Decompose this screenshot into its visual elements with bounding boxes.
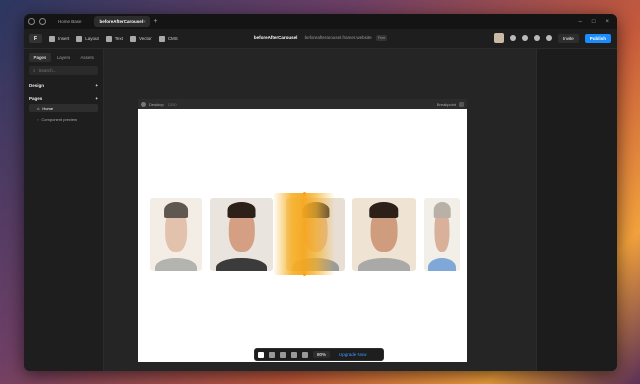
portrait-shoulders [358, 257, 410, 271]
before-after-slider[interactable] [273, 193, 335, 275]
slider-handle-top[interactable] [303, 192, 306, 195]
comment-icon[interactable] [280, 351, 286, 358]
tab-label: beforeAfterCarousel [99, 19, 144, 24]
upgrade-button[interactable]: Upgrade Now [339, 352, 367, 357]
page-item-home[interactable]: ⌂ Home [29, 104, 98, 112]
search-icon: ⌕ [33, 68, 36, 73]
analytics-icon[interactable] [533, 35, 540, 41]
add-page-icon[interactable]: + [95, 96, 98, 101]
tab-layers[interactable]: Layers [53, 53, 75, 62]
portrait-hair [227, 202, 256, 219]
tab-home-base[interactable]: Home Base [52, 16, 88, 27]
portrait-shoulders [155, 257, 197, 271]
page-label: Component preview [41, 116, 77, 122]
maximize-icon[interactable]: □ [592, 19, 596, 25]
frame-name: Desktop [149, 101, 164, 107]
portrait-hair [433, 202, 451, 219]
settings-icon[interactable] [521, 35, 528, 41]
page-item-component-preview[interactable]: ▫ Component preview [29, 115, 98, 123]
new-tab-icon[interactable]: + [154, 18, 158, 25]
home-page-icon: ⌂ [37, 105, 40, 111]
publish-button[interactable]: Publish [584, 33, 611, 43]
portrait-shoulders [216, 257, 267, 271]
toolbar: F Insert Layout Text Vector CMS beforeAf… [24, 29, 617, 49]
pages-label: Pages [29, 96, 43, 101]
canvas-bottom-toolbar: 80% Upgrade Now [254, 348, 384, 361]
portrait-card[interactable] [352, 198, 416, 271]
app-window: Home Base beforeAfterCarousel × + – □ × … [24, 14, 617, 371]
pages-section-header[interactable]: Pages + [29, 96, 98, 101]
play-icon[interactable] [545, 35, 552, 41]
portrait-card[interactable] [150, 198, 202, 271]
tab-label: Home Base [58, 19, 82, 24]
portrait-card[interactable] [210, 198, 273, 271]
add-icon[interactable]: + [95, 83, 98, 88]
minimize-icon[interactable]: – [579, 19, 582, 25]
avatar[interactable] [493, 33, 504, 43]
site-url[interactable]: beforeafterarousel.framer.website [305, 35, 372, 40]
frame-width: 1200 [167, 101, 177, 107]
add-breakpoint-icon [459, 101, 464, 107]
page-icon: ▫ [37, 116, 39, 122]
left-sidebar: Pages Layers Assets ⌕ Search... Design +… [24, 49, 104, 371]
tab-pages[interactable]: Pages [29, 53, 51, 62]
record-icon[interactable] [291, 351, 297, 358]
invite-button[interactable]: Invite [557, 33, 579, 43]
home-icon[interactable] [28, 18, 35, 25]
grid-icon[interactable] [302, 351, 308, 358]
properties-panel [536, 49, 617, 371]
close-icon[interactable]: × [143, 19, 146, 24]
window-close-icon[interactable]: × [605, 19, 609, 25]
portrait-shoulders [427, 257, 457, 271]
tab-bar: Home Base beforeAfterCarousel × + – □ × [24, 14, 617, 29]
portrait-card[interactable] [424, 198, 460, 271]
tab-assets[interactable]: Assets [76, 53, 98, 62]
portrait-hair [164, 202, 188, 219]
design-label: Design [29, 83, 45, 88]
project-title[interactable]: beforeAfterCarousel [254, 35, 298, 40]
desktop-frame[interactable] [138, 109, 467, 362]
page-label: Home [42, 105, 54, 111]
tab-active-project[interactable]: beforeAfterCarousel × [93, 16, 150, 27]
frame-header[interactable]: Desktop 1200 Breakpoint [138, 99, 467, 109]
search-input[interactable]: ⌕ Search... [29, 66, 98, 75]
portrait-hair [369, 202, 399, 219]
breakpoint-label: Breakpoint [436, 101, 456, 107]
history-icon[interactable] [39, 18, 46, 25]
globe-icon[interactable] [509, 35, 516, 41]
canvas[interactable]: Desktop 1200 Breakpoint [104, 49, 536, 371]
slider-handle-bottom[interactable] [303, 273, 306, 276]
monitor-icon [141, 101, 146, 107]
search-placeholder: Search... [38, 68, 57, 73]
plan-badge: Free [375, 35, 388, 41]
zoom-level[interactable]: 80% [313, 351, 331, 358]
design-section-header[interactable]: Design + [29, 83, 98, 88]
cursor-icon[interactable] [258, 351, 264, 358]
hand-icon[interactable] [269, 351, 275, 358]
breakpoint-button[interactable]: Breakpoint [436, 101, 464, 107]
